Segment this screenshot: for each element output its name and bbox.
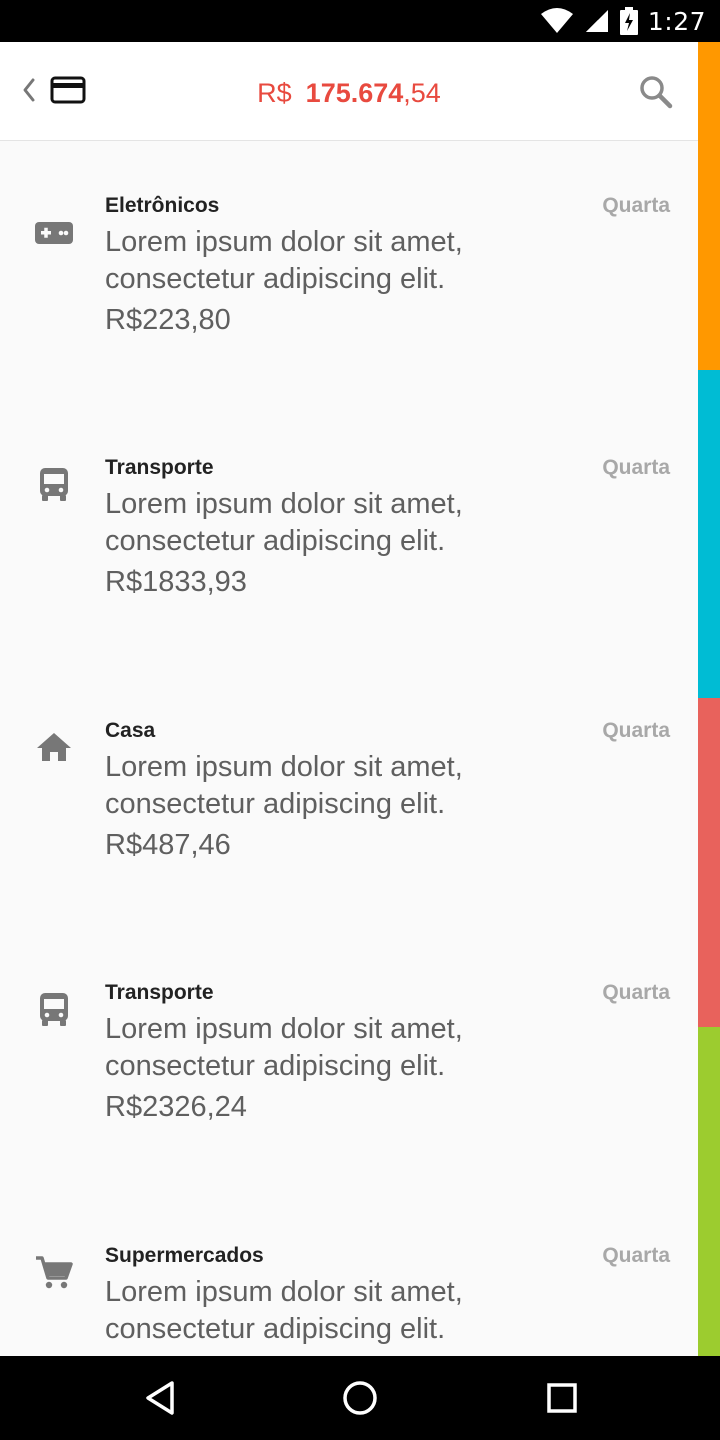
item-day: Quarta	[602, 194, 670, 217]
strip-segment-orange	[698, 42, 720, 370]
home-icon	[37, 733, 71, 761]
wifi-icon	[540, 8, 573, 33]
item-amount: R$1833,93	[105, 566, 247, 598]
item-description: Lorem ipsum dolor sit amet, consectetur …	[105, 749, 625, 823]
balance-total: R$ 175.674,54	[0, 78, 698, 109]
description-line: consectetur adipiscing elit.	[105, 1313, 446, 1345]
status-time: 1:27	[647, 6, 706, 36]
battery-icon	[619, 7, 638, 35]
item-description: Lorem ipsum dolor sit amet, consectetur …	[105, 486, 625, 560]
item-amount: R$2326,24	[105, 1091, 247, 1123]
balance-decimal: ,54	[403, 78, 441, 108]
strip-segment-red	[698, 698, 720, 1027]
signal-icon	[585, 10, 608, 32]
item-category: Casa	[105, 719, 156, 742]
system-nav-bar	[0, 1356, 720, 1440]
description-line: Lorem ipsum dolor sit amet,	[105, 488, 463, 520]
list-item[interactable]: Transporte Quarta Lorem ipsum dolor sit …	[0, 456, 698, 718]
description-line: consectetur adipiscing elit.	[105, 1050, 446, 1082]
item-category: Transporte	[105, 456, 214, 479]
nav-recents-icon[interactable]	[542, 1378, 582, 1418]
nav-home-icon[interactable]	[340, 1378, 380, 1418]
description-line: Lorem ipsum dolor sit amet,	[105, 226, 463, 258]
search-icon[interactable]	[636, 72, 676, 112]
description-line: Lorem ipsum dolor sit amet,	[105, 751, 463, 783]
strip-segment-cyan	[698, 370, 720, 698]
bus-icon	[40, 993, 68, 1026]
item-amount: R$487,46	[105, 829, 231, 861]
list-item[interactable]: Transporte Quarta Lorem ipsum dolor sit …	[0, 981, 698, 1243]
description-line: consectetur adipiscing elit.	[105, 263, 446, 295]
description-line: Lorem ipsum dolor sit amet,	[105, 1276, 463, 1308]
item-day: Quarta	[602, 456, 670, 479]
category-color-strip	[698, 42, 720, 1356]
bus-icon	[40, 468, 68, 501]
status-bar: 1:27	[0, 0, 720, 42]
description-line: consectetur adipiscing elit.	[105, 788, 446, 820]
nav-back-icon[interactable]	[140, 1378, 180, 1418]
balance-currency: R$	[257, 78, 292, 108]
toolbar: R$ 175.674,54	[0, 42, 698, 141]
item-description: Lorem ipsum dolor sit amet, consectetur …	[105, 1011, 625, 1085]
item-category: Transporte	[105, 981, 214, 1004]
list-item[interactable]: Casa Quarta Lorem ipsum dolor sit amet, …	[0, 719, 698, 981]
shopping-cart-icon	[36, 1256, 73, 1289]
item-description: Lorem ipsum dolor sit amet, consectetur …	[105, 224, 625, 298]
item-day: Quarta	[602, 719, 670, 742]
balance-integer: 175.674	[305, 78, 404, 108]
item-day: Quarta	[602, 1244, 670, 1267]
item-day: Quarta	[602, 981, 670, 1004]
description-line: Lorem ipsum dolor sit amet,	[105, 1013, 463, 1045]
description-line: consectetur adipiscing elit.	[105, 525, 446, 557]
list-item[interactable]: Eletrônicos Quarta Lorem ipsum dolor sit…	[0, 194, 698, 456]
item-amount: R$223,80	[105, 304, 231, 336]
strip-segment-green	[698, 1027, 720, 1356]
item-category: Eletrônicos	[105, 194, 220, 217]
list-item[interactable]: Supermercados Quarta Lorem ipsum dolor s…	[0, 1244, 698, 1356]
item-category: Supermercados	[105, 1244, 264, 1267]
gamepad-icon	[35, 222, 73, 244]
item-description: Lorem ipsum dolor sit amet, consectetur …	[105, 1274, 625, 1348]
app-screen: R$175.674,54 Eletrônicos Quarta Lorem i	[0, 42, 720, 1356]
